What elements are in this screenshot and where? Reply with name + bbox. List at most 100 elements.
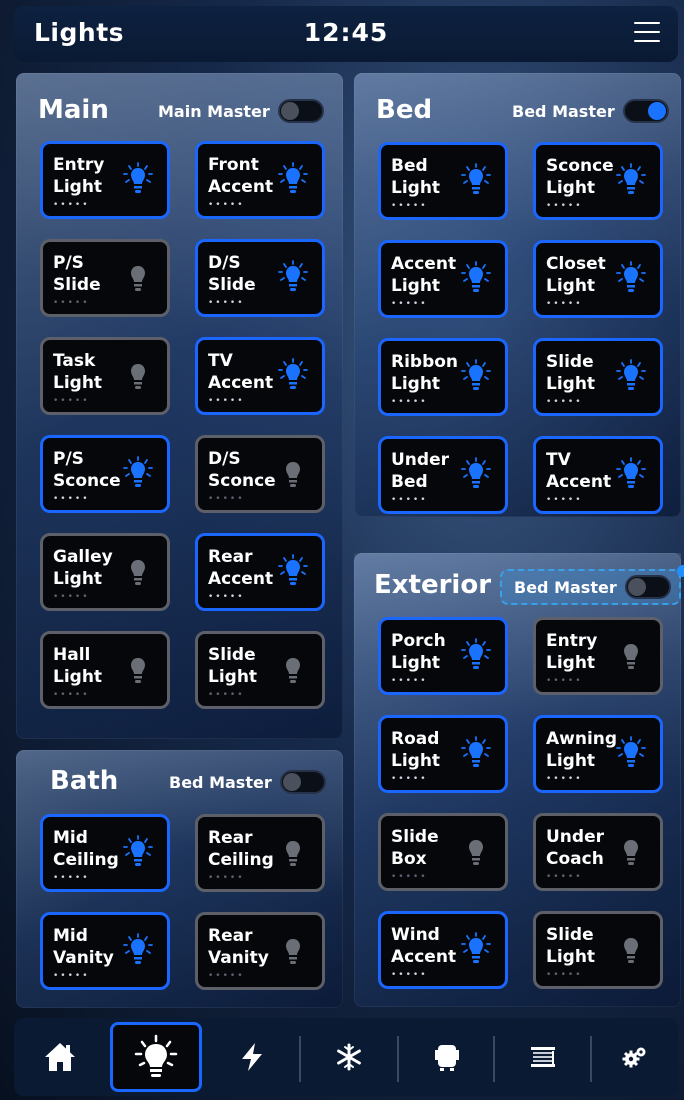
dimmer-dots: ••••• xyxy=(546,970,583,980)
light-tile-bed-bed-light[interactable]: Bed Light ••••• xyxy=(378,142,508,220)
slideout-icon[interactable] xyxy=(403,1022,491,1092)
light-tile-main-front-accent[interactable]: Front Accent ••••• xyxy=(195,141,325,219)
main-master-toggle[interactable] xyxy=(277,99,324,123)
light-tile-bed-tv-accent[interactable]: TV Accent ••••• xyxy=(533,436,663,514)
bulb-off-icon xyxy=(123,358,153,394)
light-tile-bed-closet-light[interactable]: Closet Light ••••• xyxy=(533,240,663,318)
light-tile-exterior-awning-light[interactable]: Awning Light ••••• xyxy=(533,715,663,793)
light-tile-main-d-s-slide[interactable]: D/S Slide ••••• xyxy=(195,239,325,317)
exterior-master-label: Bed Master xyxy=(514,577,617,597)
dimmer-dots: ••••• xyxy=(391,676,428,686)
dimmer-dots: ••••• xyxy=(391,201,428,211)
light-tile-bath-rear-ceiling[interactable]: Rear Ceiling ••••• xyxy=(195,814,325,892)
panel-main: Main Main Master Entry Light ••••• Front A… xyxy=(16,73,343,739)
dimmer-dots: ••••• xyxy=(53,494,90,504)
panel-title-bath: Bath xyxy=(50,766,119,796)
light-tile-bath-mid-ceiling[interactable]: Mid Ceiling ••••• xyxy=(40,814,170,892)
light-tile-main-entry-light[interactable]: Entry Light ••••• xyxy=(40,141,170,219)
bath-master: Bed Master xyxy=(169,770,326,794)
light-tile-label: Galley Light xyxy=(53,547,113,589)
dimmer-dots: ••••• xyxy=(53,200,90,210)
light-tile-label: Slide Light xyxy=(208,645,258,687)
dimmer-dots: ••••• xyxy=(53,971,90,981)
light-tile-bed-slide-light[interactable]: Slide Light ••••• xyxy=(533,338,663,416)
bulb-off-icon xyxy=(278,835,308,871)
bulb-on-icon xyxy=(616,359,646,395)
light-tile-bath-rear-vanity[interactable]: Rear Vanity ••••• xyxy=(195,912,325,990)
light-tile-bed-under-bed[interactable]: Under Bed ••••• xyxy=(378,436,508,514)
bulb-off-icon xyxy=(123,260,153,296)
light-tile-label: Closet Light xyxy=(546,254,606,296)
menu-icon[interactable] xyxy=(634,22,660,44)
bed-master-toggle[interactable] xyxy=(622,99,669,123)
lights-screen: Lights 12:45 Main Main Master Entry Ligh… xyxy=(0,0,684,1100)
bed-master: Bed Master xyxy=(512,99,669,123)
panel-bath: Bath Bed Master Mid Ceiling ••••• Rear Cei… xyxy=(16,750,343,1008)
main-master: Main Master xyxy=(158,99,324,123)
light-tile-label: Porch Light xyxy=(391,631,446,673)
dimmer-dots: ••••• xyxy=(546,495,583,505)
nav-divider xyxy=(397,1036,399,1082)
light-tile-label: Sconce Light xyxy=(546,156,614,198)
light-tile-bath-mid-vanity[interactable]: Mid Vanity ••••• xyxy=(40,912,170,990)
light-tile-main-task-light[interactable]: Task Light ••••• xyxy=(40,337,170,415)
clock: 12:45 xyxy=(303,18,389,47)
light-tile-label: Entry Light xyxy=(546,631,598,673)
light-tile-label: Rear Vanity xyxy=(208,926,269,968)
bath-master-toggle[interactable] xyxy=(279,770,326,794)
light-tile-main-p-s-slide[interactable]: P/S Slide ••••• xyxy=(40,239,170,317)
light-tile-main-slide-light[interactable]: Slide Light ••••• xyxy=(195,631,325,709)
light-tile-main-hall-light[interactable]: Hall Light ••••• xyxy=(40,631,170,709)
light-tile-bed-ribbon-light[interactable]: Ribbon Light ••••• xyxy=(378,338,508,416)
light-tile-label: Mid Ceiling xyxy=(53,828,119,870)
light-tile-main-p-s-sconce[interactable]: P/S Sconce ••••• xyxy=(40,435,170,513)
light-tile-label: D/S Sconce xyxy=(208,449,276,491)
bulb-on-icon xyxy=(616,163,646,199)
bulb-on-icon xyxy=(123,162,153,198)
dimmer-dots: ••••• xyxy=(208,873,245,883)
bulb-off-icon xyxy=(123,652,153,688)
light-tile-exterior-wind-accent[interactable]: Wind Accent ••••• xyxy=(378,911,508,989)
shades-icon[interactable] xyxy=(499,1022,587,1092)
light-tile-exterior-entry-light[interactable]: Entry Light ••••• xyxy=(533,617,663,695)
power-icon[interactable] xyxy=(208,1022,296,1092)
light-tile-exterior-road-light[interactable]: Road Light ••••• xyxy=(378,715,508,793)
light-tile-label: Task Light xyxy=(53,351,103,393)
light-tile-label: Rear Ceiling xyxy=(208,828,274,870)
light-tile-label: Ribbon Light xyxy=(391,352,459,394)
light-tile-main-tv-accent[interactable]: TV Accent ••••• xyxy=(195,337,325,415)
dimmer-dots: ••••• xyxy=(53,298,90,308)
bulb-on-icon xyxy=(461,736,491,772)
lights-icon[interactable] xyxy=(110,1022,202,1092)
light-tile-label: P/S Slide xyxy=(53,253,101,295)
dimmer-dots: ••••• xyxy=(546,397,583,407)
light-tile-exterior-slide-light[interactable]: Slide Light ••••• xyxy=(533,911,663,989)
dimmer-dots: ••••• xyxy=(391,299,428,309)
light-tile-label: Entry Light xyxy=(53,155,105,197)
light-tile-exterior-under-coach[interactable]: Under Coach ••••• xyxy=(533,813,663,891)
exterior-master-toggle[interactable] xyxy=(624,575,671,599)
nav-divider xyxy=(590,1036,592,1082)
exterior-master: Bed Master xyxy=(500,565,684,605)
settings-icon[interactable] xyxy=(596,1022,674,1092)
light-tile-bed-sconce-light[interactable]: Sconce Light ••••• xyxy=(533,142,663,220)
light-tile-main-d-s-sconce[interactable]: D/S Sconce ••••• xyxy=(195,435,325,513)
bulb-on-icon xyxy=(278,162,308,198)
bottom-nav xyxy=(14,1018,678,1096)
light-tile-exterior-porch-light[interactable]: Porch Light ••••• xyxy=(378,617,508,695)
home-icon[interactable] xyxy=(16,1022,104,1092)
dimmer-dots: ••••• xyxy=(53,396,90,406)
dimmer-dots: ••••• xyxy=(546,872,583,882)
light-tile-label: Accent Light xyxy=(391,254,457,296)
bulb-on-icon xyxy=(278,554,308,590)
light-tile-exterior-slide-box[interactable]: Slide Box ••••• xyxy=(378,813,508,891)
light-tile-label: Slide Box xyxy=(391,827,439,869)
header-bar: Lights 12:45 xyxy=(14,6,678,62)
dimmer-dots: ••••• xyxy=(208,494,245,504)
climate-icon[interactable] xyxy=(305,1022,393,1092)
light-tile-bed-accent-light[interactable]: Accent Light ••••• xyxy=(378,240,508,318)
light-tile-main-galley-light[interactable]: Galley Light ••••• xyxy=(40,533,170,611)
light-tile-main-rear-accent[interactable]: Rear Accent ••••• xyxy=(195,533,325,611)
bulb-off-icon xyxy=(461,834,491,870)
dimmer-dots: ••••• xyxy=(208,396,245,406)
